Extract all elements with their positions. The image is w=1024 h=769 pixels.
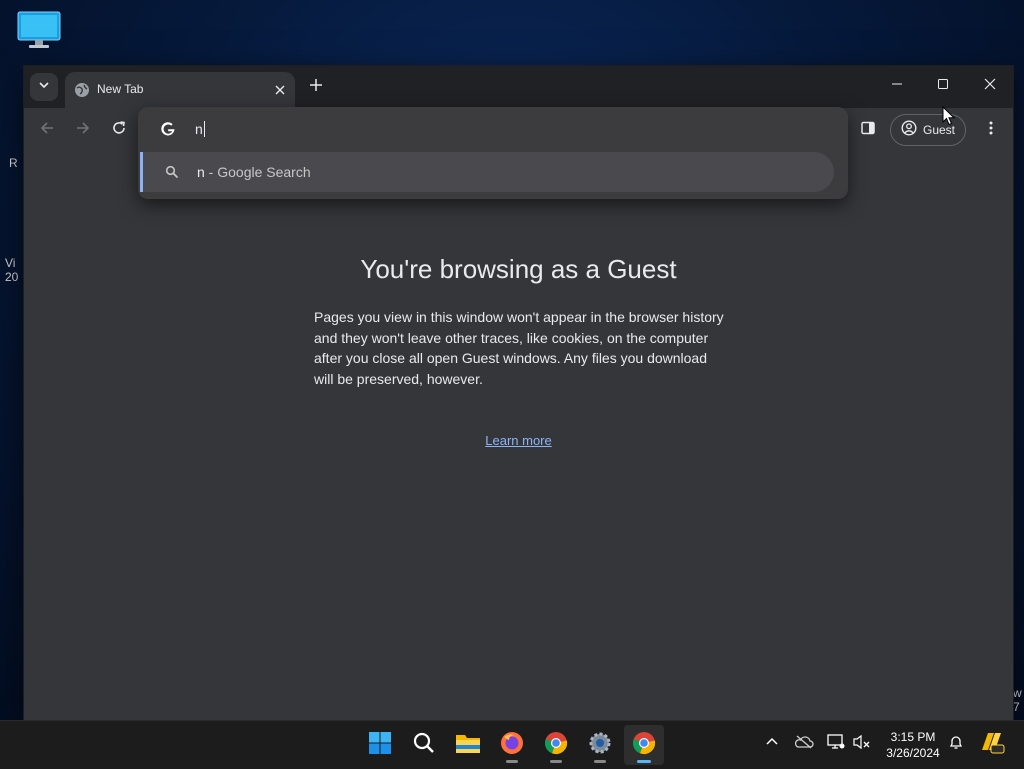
mouse-cursor-icon bbox=[942, 105, 956, 126]
search-icon bbox=[165, 165, 179, 179]
profile-avatar-icon bbox=[901, 119, 917, 141]
forward-arrow-icon bbox=[76, 121, 90, 140]
side-panel-icon bbox=[861, 121, 875, 140]
clock-time: 3:15 PM bbox=[890, 730, 936, 744]
kebab-menu-icon bbox=[989, 121, 993, 140]
forward-button[interactable] bbox=[71, 118, 95, 142]
chevron-up-icon bbox=[766, 735, 778, 753]
reload-button[interactable] bbox=[107, 118, 131, 142]
back-button[interactable] bbox=[35, 118, 59, 142]
taskbar: 3:15 PM 3/26/2024 bbox=[0, 720, 1024, 769]
clock-date: 3/26/2024 bbox=[886, 746, 940, 760]
tab-title: New Tab bbox=[97, 82, 144, 96]
file-explorer-button[interactable] bbox=[448, 725, 488, 765]
start-button[interactable] bbox=[360, 725, 400, 765]
desktop-label-fragment: Vi bbox=[5, 256, 16, 270]
tab-search-button[interactable] bbox=[30, 73, 58, 101]
omnibox-popup: n n - Google Search bbox=[138, 107, 848, 199]
side-panel-button[interactable] bbox=[856, 118, 880, 142]
desktop-label-fragment: w bbox=[1013, 686, 1022, 700]
address-bar-value: n bbox=[195, 121, 203, 137]
omnibox-suggestion[interactable]: n - Google Search bbox=[140, 152, 834, 192]
running-indicator bbox=[506, 760, 518, 763]
google-g-icon bbox=[160, 121, 176, 137]
new-tab-button[interactable] bbox=[304, 75, 328, 99]
suggestion-query: n bbox=[197, 164, 205, 180]
volume-muted-icon bbox=[853, 734, 871, 755]
firefox-icon bbox=[500, 731, 524, 760]
running-indicator bbox=[550, 760, 562, 763]
firefox-button[interactable] bbox=[492, 725, 532, 765]
close-tab-icon[interactable] bbox=[271, 81, 289, 99]
notifications-button[interactable] bbox=[944, 731, 968, 757]
volume-tray-button[interactable] bbox=[850, 731, 874, 757]
guest-description: Pages you view in this window won't appe… bbox=[314, 309, 724, 387]
start-icon bbox=[368, 731, 392, 760]
settings-icon bbox=[588, 731, 612, 760]
back-arrow-icon bbox=[40, 121, 54, 140]
show-hidden-icons-button[interactable] bbox=[760, 731, 784, 757]
desktop-label-fragment: 7 bbox=[1013, 700, 1020, 714]
desktop-label-fragment: 20 bbox=[5, 270, 19, 284]
chrome-button[interactable] bbox=[536, 725, 576, 765]
maximize-button[interactable] bbox=[920, 66, 966, 106]
maximize-icon bbox=[937, 77, 949, 95]
close-window-button[interactable] bbox=[967, 66, 1013, 106]
tab-new-tab[interactable]: New Tab bbox=[65, 72, 295, 108]
suggestion-suffix: - Google Search bbox=[204, 164, 311, 180]
copilot-icon bbox=[979, 730, 1005, 759]
system-clock[interactable]: 3:15 PM 3/26/2024 bbox=[875, 729, 951, 761]
reload-icon bbox=[112, 120, 126, 140]
chrome-active-button[interactable] bbox=[624, 725, 664, 765]
address-bar-input[interactable]: n bbox=[195, 121, 205, 137]
onedrive-tray-button[interactable] bbox=[792, 731, 816, 757]
minimize-icon bbox=[891, 77, 903, 95]
running-indicator bbox=[594, 760, 606, 763]
active-indicator bbox=[637, 760, 651, 763]
chevron-down-icon bbox=[38, 78, 50, 96]
globe-icon bbox=[74, 82, 90, 98]
plus-icon bbox=[309, 78, 323, 97]
close-icon bbox=[984, 77, 996, 95]
page-title: You're browsing as a Guest bbox=[360, 254, 677, 284]
text-caret bbox=[203, 121, 205, 137]
minimize-button[interactable] bbox=[874, 66, 920, 106]
browser-menu-button[interactable] bbox=[979, 118, 1003, 142]
desktop-label-fragment: R bbox=[9, 156, 18, 170]
chrome-icon bbox=[632, 731, 656, 760]
bell-icon bbox=[948, 734, 964, 755]
title-bar: New Tab bbox=[24, 66, 1013, 108]
display-tray-button[interactable] bbox=[824, 731, 848, 757]
search-icon bbox=[413, 732, 435, 759]
display-icon bbox=[827, 733, 845, 755]
learn-more-link[interactable]: Learn more bbox=[24, 433, 1013, 448]
desktop-monitor-icon[interactable] bbox=[17, 10, 61, 50]
chrome-icon bbox=[544, 731, 568, 760]
settings-button[interactable] bbox=[580, 725, 620, 765]
copilot-button[interactable] bbox=[978, 731, 1006, 757]
file-explorer-icon bbox=[455, 732, 481, 759]
onedrive-icon bbox=[794, 735, 814, 754]
taskbar-search-button[interactable] bbox=[404, 725, 444, 765]
suggestion-text: n - Google Search bbox=[197, 164, 311, 180]
